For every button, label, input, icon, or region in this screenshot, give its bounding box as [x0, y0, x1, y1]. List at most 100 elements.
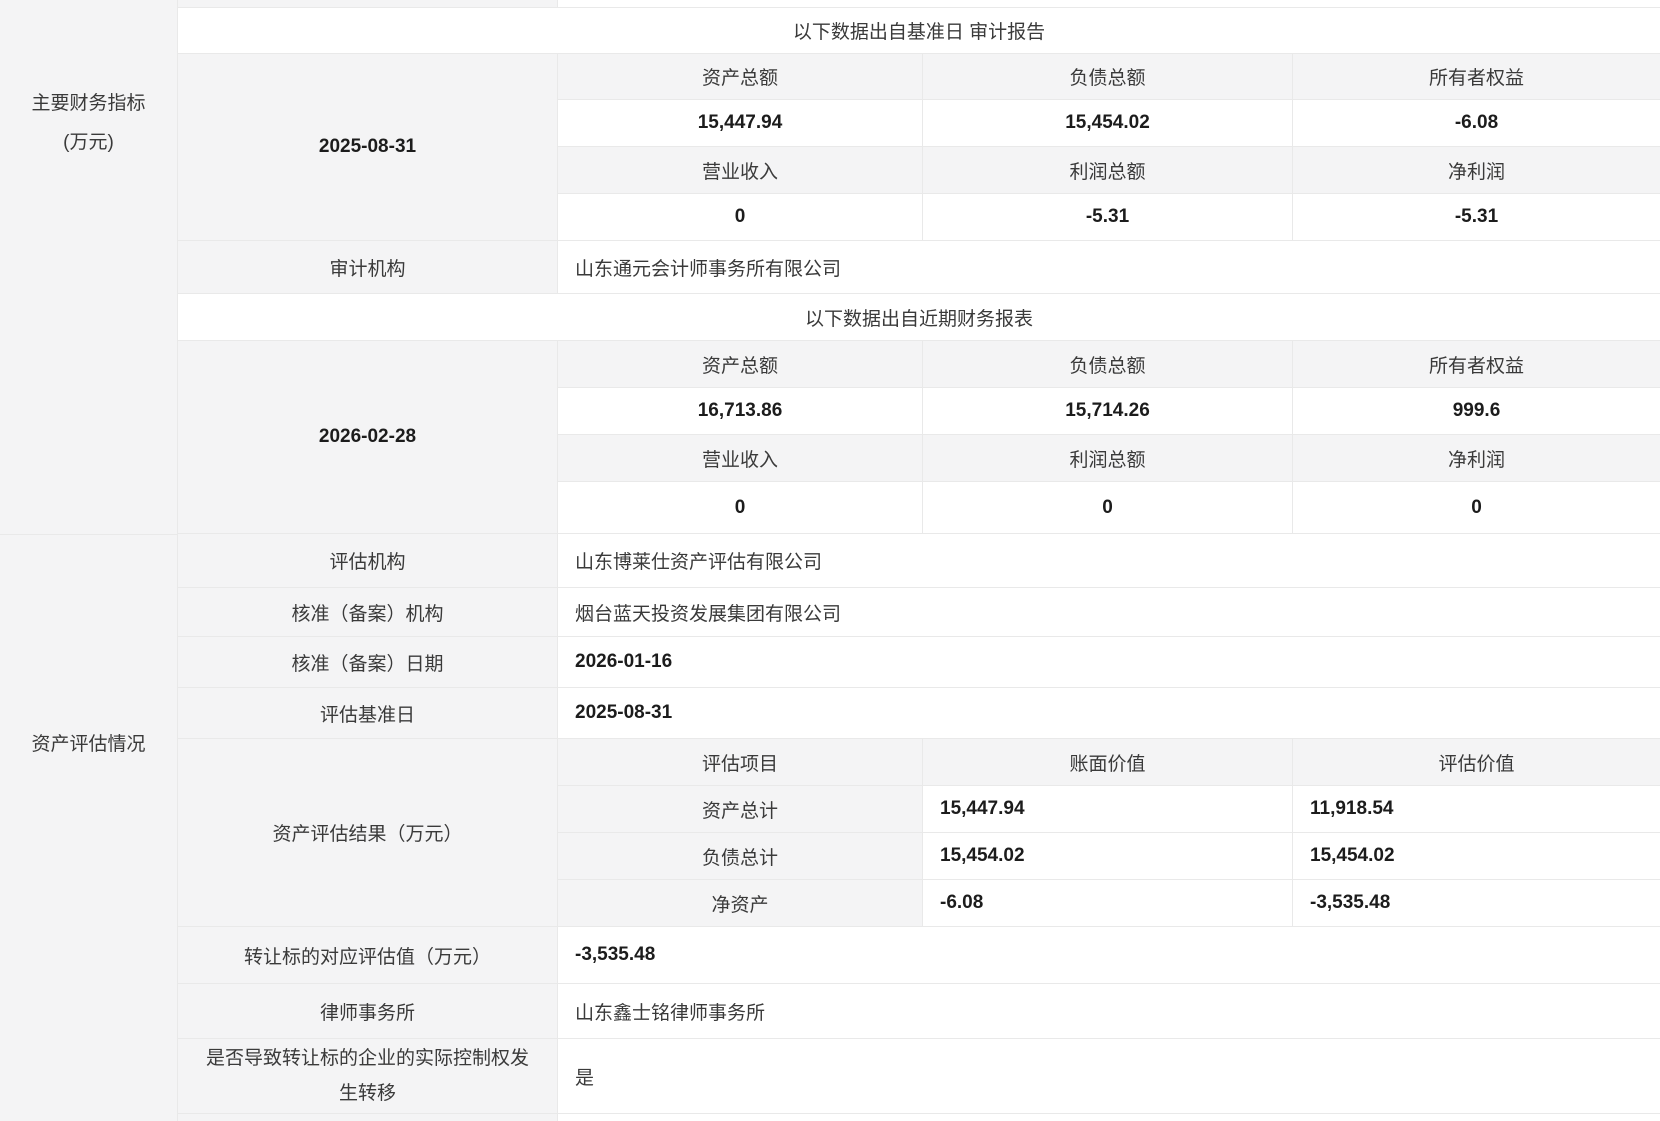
header-cell-eval-value: 评估价值	[1292, 739, 1660, 785]
control-transfer-label: 是否导致转让标的企业的实际控制权发 生转移	[178, 1039, 557, 1113]
audit-financials-block: 2025-08-31 资产总额 负债总额 所有者权益 15,447.94 15,…	[178, 54, 1660, 241]
eval-table-row-assets: 资产总计 15,447.94 11,918.54	[557, 786, 1660, 833]
recent-header-row-2: 营业收入 利润总额 净利润	[557, 435, 1660, 482]
control-transfer-label-line2: 生转移	[206, 1076, 529, 1111]
eval-result-block: 资产评估结果（万元） 评估项目 账面价值 评估价值 资产总计 15,447.94…	[178, 739, 1660, 927]
value-cell-total-assets: 15,447.94	[557, 100, 922, 146]
partial-top-label-cell	[178, 0, 557, 7]
eval-result-label: 资产评估结果（万元）	[178, 739, 557, 926]
partial-row-top	[178, 0, 1660, 8]
left-category-column: 主要财务指标 (万元) 资产评估情况	[0, 0, 178, 1121]
transfer-eval-label: 转让标的对应评估值（万元）	[178, 927, 557, 983]
financial-detail-table: 主要财务指标 (万元) 资产评估情况 以下数据出自基准日 审计报告 2025-0…	[0, 0, 1660, 1121]
audit-org-row: 审计机构 山东通元会计师事务所有限公司	[178, 241, 1660, 294]
audit-org-label: 审计机构	[178, 241, 557, 293]
value-cell-total-profit: 0	[922, 482, 1292, 533]
control-transfer-value: 是	[557, 1039, 1660, 1113]
eval-value-total-liabilities: 15,454.02	[1292, 833, 1660, 879]
law-firm-label: 律师事务所	[178, 984, 557, 1038]
category-divider	[0, 534, 177, 535]
audit-value-row-1: 15,447.94 15,454.02 -6.08	[557, 100, 1660, 147]
category-label-line1: 主要财务指标	[31, 93, 145, 114]
header-cell-book-value: 账面价值	[922, 739, 1292, 785]
section-header-audit-text: 以下数据出自基准日 审计报告	[178, 8, 1660, 53]
eval-org-label: 评估机构	[178, 534, 557, 587]
value-cell-revenue: 0	[557, 482, 922, 533]
control-transfer-row: 是否导致转让标的企业的实际控制权发 生转移 是	[178, 1039, 1660, 1114]
book-value-total-assets: 15,447.94	[922, 786, 1292, 832]
partial-bottom-label-cell	[178, 1114, 557, 1121]
audit-header-row-1: 资产总额 负债总额 所有者权益	[557, 54, 1660, 100]
eval-org-value: 山东博莱仕资产评估有限公司	[557, 534, 1660, 587]
eval-org-row: 评估机构 山东博莱仕资产评估有限公司	[178, 534, 1660, 588]
approval-date-label: 核准（备案）日期	[178, 637, 557, 687]
partial-top-value-cell	[557, 0, 1660, 7]
book-value-total-liabilities: 15,454.02	[922, 833, 1292, 879]
recent-value-row-1: 16,713.86 15,714.26 999.6	[557, 388, 1660, 435]
approval-org-value: 烟台蓝天投资发展集团有限公司	[557, 588, 1660, 636]
header-cell-revenue: 营业收入	[557, 147, 922, 193]
eval-base-date-label: 评估基准日	[178, 688, 557, 738]
approval-org-label: 核准（备案）机构	[178, 588, 557, 636]
eval-table-row-liabilities: 负债总计 15,454.02 15,454.02	[557, 833, 1660, 880]
category-label-financial-indicators: 主要财务指标 (万元)	[0, 84, 177, 162]
eval-value-net-assets: -3,535.48	[1292, 880, 1660, 926]
item-cell-total-assets: 资产总计	[557, 786, 922, 832]
header-cell-net-profit: 净利润	[1292, 147, 1660, 193]
audit-base-date-cell: 2025-08-31	[178, 54, 557, 240]
law-firm-value: 山东鑫士铭律师事务所	[557, 984, 1660, 1038]
category-label-line2: (万元)	[63, 132, 114, 153]
section-header-recent-text: 以下数据出自近期财务报表	[178, 294, 1660, 340]
eval-value-total-assets: 11,918.54	[1292, 786, 1660, 832]
header-cell-owner-equity: 所有者权益	[1292, 54, 1660, 99]
partial-bottom-value-cell	[557, 1114, 1660, 1121]
audit-value-row-2: 0 -5.31 -5.31	[557, 194, 1660, 240]
eval-table-header-row: 评估项目 账面价值 评估价值	[557, 739, 1660, 786]
approval-org-row: 核准（备案）机构 烟台蓝天投资发展集团有限公司	[178, 588, 1660, 637]
header-cell-total-profit: 利润总额	[922, 147, 1292, 193]
header-cell-net-profit: 净利润	[1292, 435, 1660, 481]
transfer-eval-value: -3,535.48	[557, 927, 1660, 983]
partial-row-bottom	[178, 1114, 1660, 1121]
header-cell-total-assets: 资产总额	[557, 54, 922, 99]
value-cell-net-profit: 0	[1292, 482, 1660, 533]
value-cell-owner-equity: 999.6	[1292, 388, 1660, 434]
eval-result-table: 评估项目 账面价值 评估价值 资产总计 15,447.94 11,918.54 …	[557, 739, 1660, 926]
value-cell-total-profit: -5.31	[922, 194, 1292, 240]
header-cell-total-assets: 资产总额	[557, 341, 922, 387]
audit-header-row-2: 营业收入 利润总额 净利润	[557, 147, 1660, 194]
header-cell-revenue: 营业收入	[557, 435, 922, 481]
control-transfer-label-line1: 是否导致转让标的企业的实际控制权发	[206, 1041, 529, 1076]
recent-value-row-2: 0 0 0	[557, 482, 1660, 533]
value-cell-total-assets: 16,713.86	[557, 388, 922, 434]
header-cell-total-liabilities: 负债总额	[922, 54, 1292, 99]
table-body: 以下数据出自基准日 审计报告 2025-08-31 资产总额 负债总额 所有者权…	[178, 0, 1660, 1121]
value-cell-net-profit: -5.31	[1292, 194, 1660, 240]
header-cell-owner-equity: 所有者权益	[1292, 341, 1660, 387]
category-label-asset-evaluation: 资产评估情况	[0, 726, 177, 764]
value-cell-total-liabilities: 15,714.26	[922, 388, 1292, 434]
eval-base-date-row: 评估基准日 2025-08-31	[178, 688, 1660, 739]
item-cell-total-liabilities: 负债总计	[557, 833, 922, 879]
book-value-net-assets: -6.08	[922, 880, 1292, 926]
transfer-eval-row: 转让标的对应评估值（万元） -3,535.48	[178, 927, 1660, 984]
header-cell-total-profit: 利润总额	[922, 435, 1292, 481]
item-cell-net-assets: 净资产	[557, 880, 922, 926]
audit-org-value: 山东通元会计师事务所有限公司	[557, 241, 1660, 293]
header-cell-eval-item: 评估项目	[557, 739, 922, 785]
recent-header-row-1: 资产总额 负债总额 所有者权益	[557, 341, 1660, 388]
approval-date-row: 核准（备案）日期 2026-01-16	[178, 637, 1660, 688]
recent-metrics: 资产总额 负债总额 所有者权益 16,713.86 15,714.26 999.…	[557, 341, 1660, 533]
value-cell-revenue: 0	[557, 194, 922, 240]
recent-financials-block: 2026-02-28 资产总额 负债总额 所有者权益 16,713.86 15,…	[178, 341, 1660, 534]
eval-table-row-net-assets: 净资产 -6.08 -3,535.48	[557, 880, 1660, 926]
eval-base-date-value: 2025-08-31	[557, 688, 1660, 738]
header-cell-total-liabilities: 负债总额	[922, 341, 1292, 387]
section-header-recent-statements: 以下数据出自近期财务报表	[178, 294, 1660, 341]
approval-date-value: 2026-01-16	[557, 637, 1660, 687]
audit-metrics: 资产总额 负债总额 所有者权益 15,447.94 15,454.02 -6.0…	[557, 54, 1660, 240]
value-cell-total-liabilities: 15,454.02	[922, 100, 1292, 146]
recent-date-cell: 2026-02-28	[178, 341, 557, 533]
value-cell-owner-equity: -6.08	[1292, 100, 1660, 146]
law-firm-row: 律师事务所 山东鑫士铭律师事务所	[178, 984, 1660, 1039]
